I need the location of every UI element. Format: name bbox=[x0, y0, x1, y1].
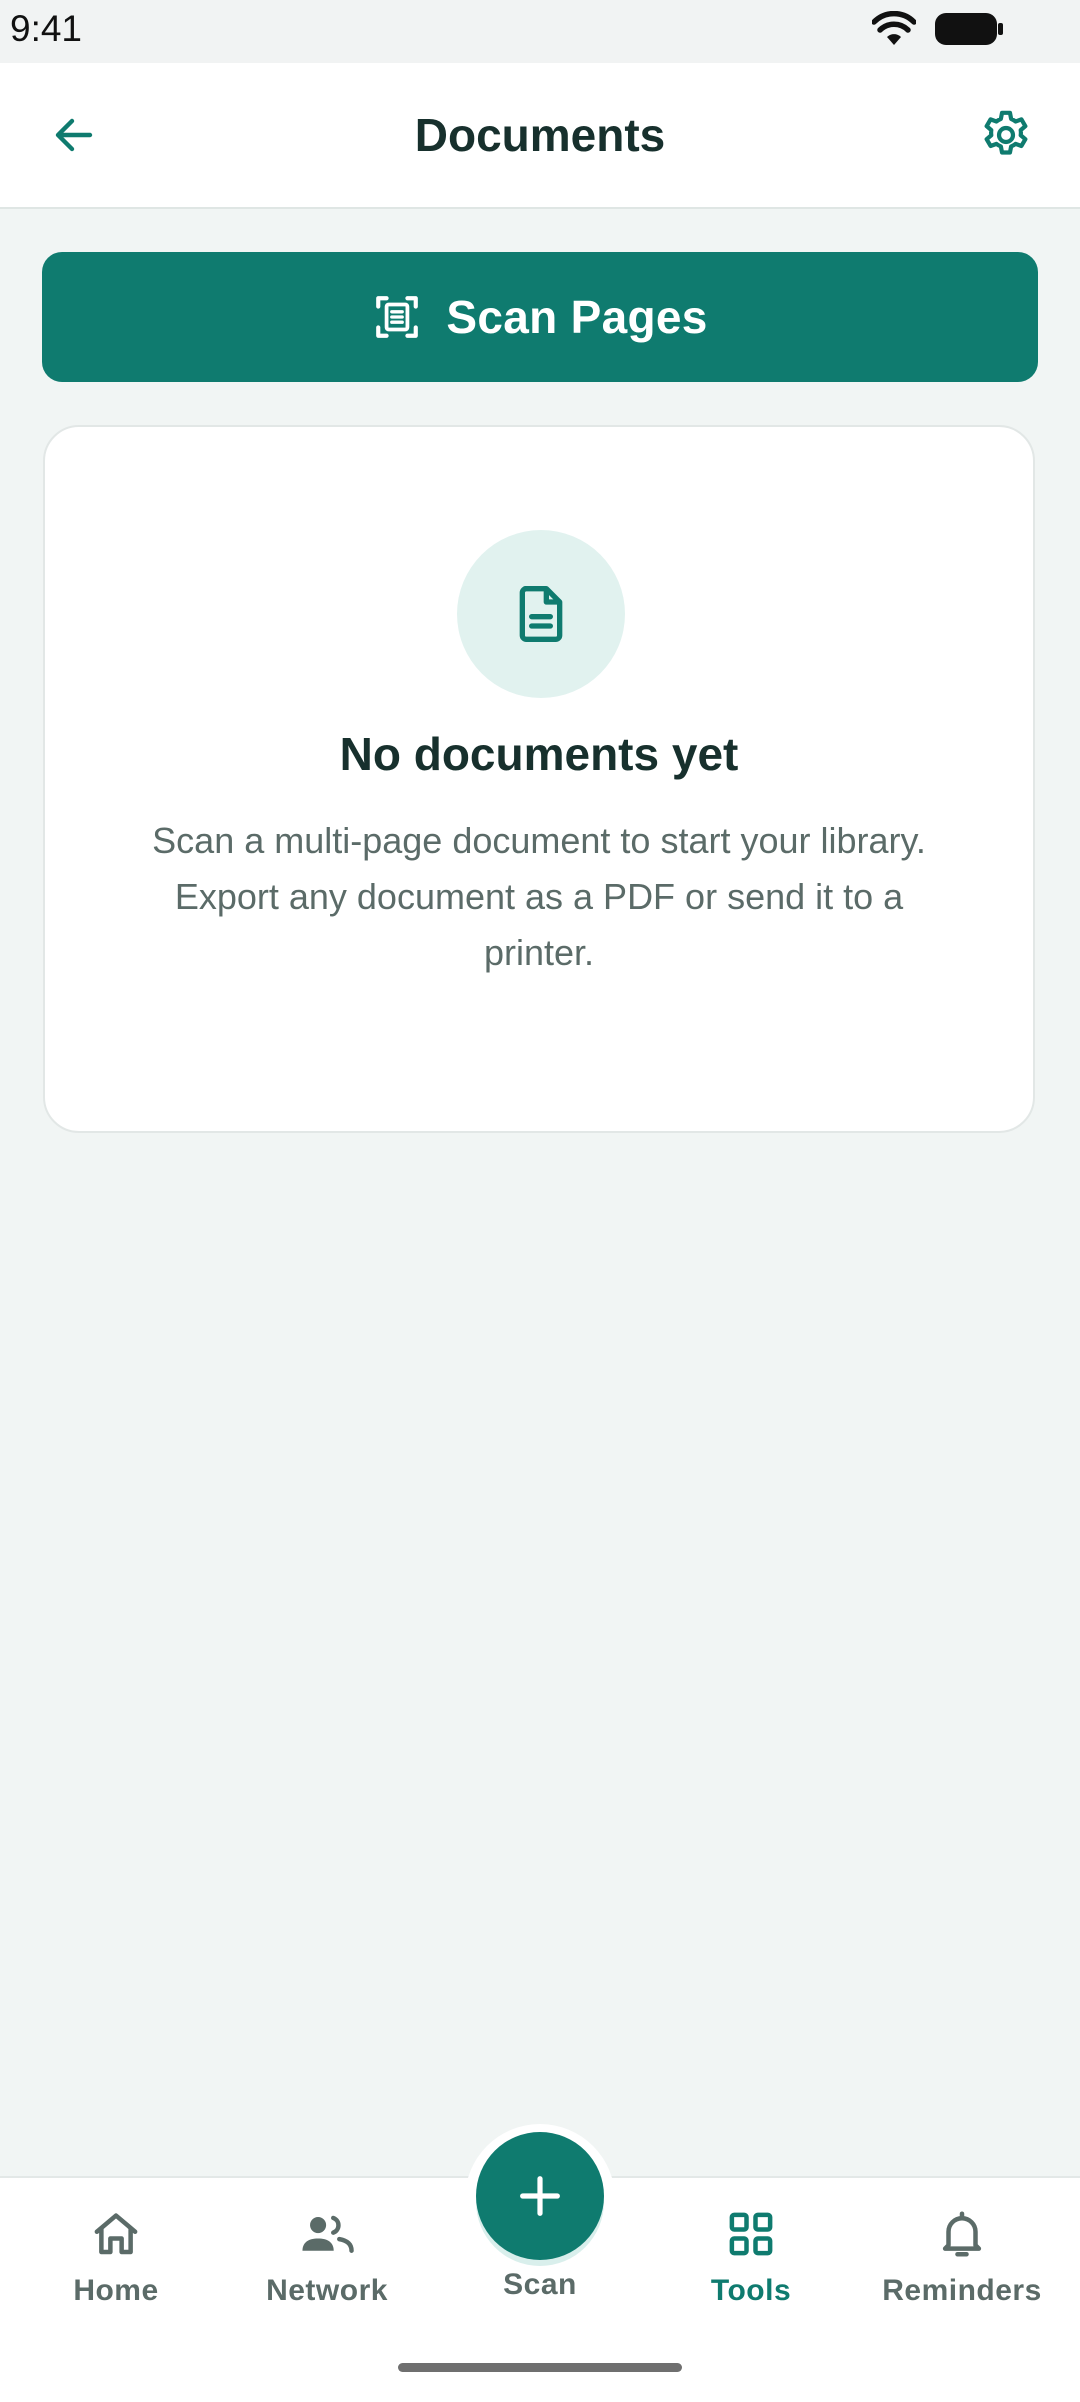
empty-state-line-2: Export any document as a PDF or send it … bbox=[174, 876, 904, 973]
nav-label-reminders: Reminders bbox=[882, 2274, 1042, 2307]
empty-state-line-1: Scan a multi-page document to start your… bbox=[152, 820, 926, 861]
nav-label-home: Home bbox=[73, 2274, 159, 2307]
battery-icon bbox=[934, 11, 1004, 52]
scan-pages-button[interactable]: Scan Pages bbox=[42, 252, 1038, 382]
plus-icon bbox=[520, 2176, 560, 2216]
document-icon bbox=[519, 586, 563, 642]
status-time: 9:41 bbox=[10, 8, 83, 49]
arrow-left-icon bbox=[55, 118, 93, 152]
home-indicator bbox=[398, 2363, 682, 2372]
status-bar: 9:41 bbox=[0, 0, 1080, 63]
nav-item-reminders[interactable]: Reminders bbox=[857, 2204, 1067, 2324]
nav-label-network: Network bbox=[266, 2274, 388, 2307]
people-icon bbox=[297, 2204, 357, 2264]
home-icon bbox=[86, 2204, 146, 2264]
grid-icon bbox=[721, 2204, 781, 2264]
nav-item-network[interactable]: Network bbox=[222, 2204, 432, 2324]
wifi-icon bbox=[871, 10, 917, 52]
status-icons bbox=[871, 10, 1004, 52]
empty-state-icon-circle bbox=[457, 530, 625, 698]
page-title: Documents bbox=[414, 109, 666, 161]
scan-pages-label: Scan Pages bbox=[446, 291, 708, 343]
settings-button[interactable] bbox=[970, 99, 1042, 171]
bell-icon bbox=[932, 2204, 992, 2264]
empty-state-title: No documents yet bbox=[339, 728, 739, 780]
scan-fab-button[interactable] bbox=[476, 2132, 604, 2260]
back-button[interactable] bbox=[38, 99, 110, 171]
document-scan-icon bbox=[376, 296, 419, 338]
gear-icon bbox=[984, 110, 1028, 155]
app-header: Documents bbox=[0, 63, 1080, 209]
empty-state-card: No documents yet Scan a multi-page docum… bbox=[43, 425, 1035, 1133]
nav-item-home[interactable]: Home bbox=[11, 2204, 221, 2324]
nav-label-tools: Tools bbox=[710, 2274, 792, 2307]
nav-item-tools[interactable]: Tools bbox=[646, 2204, 856, 2324]
empty-state-description: Scan a multi-page document to start your… bbox=[145, 813, 933, 981]
nav-label-scan: Scan bbox=[503, 2268, 577, 2301]
